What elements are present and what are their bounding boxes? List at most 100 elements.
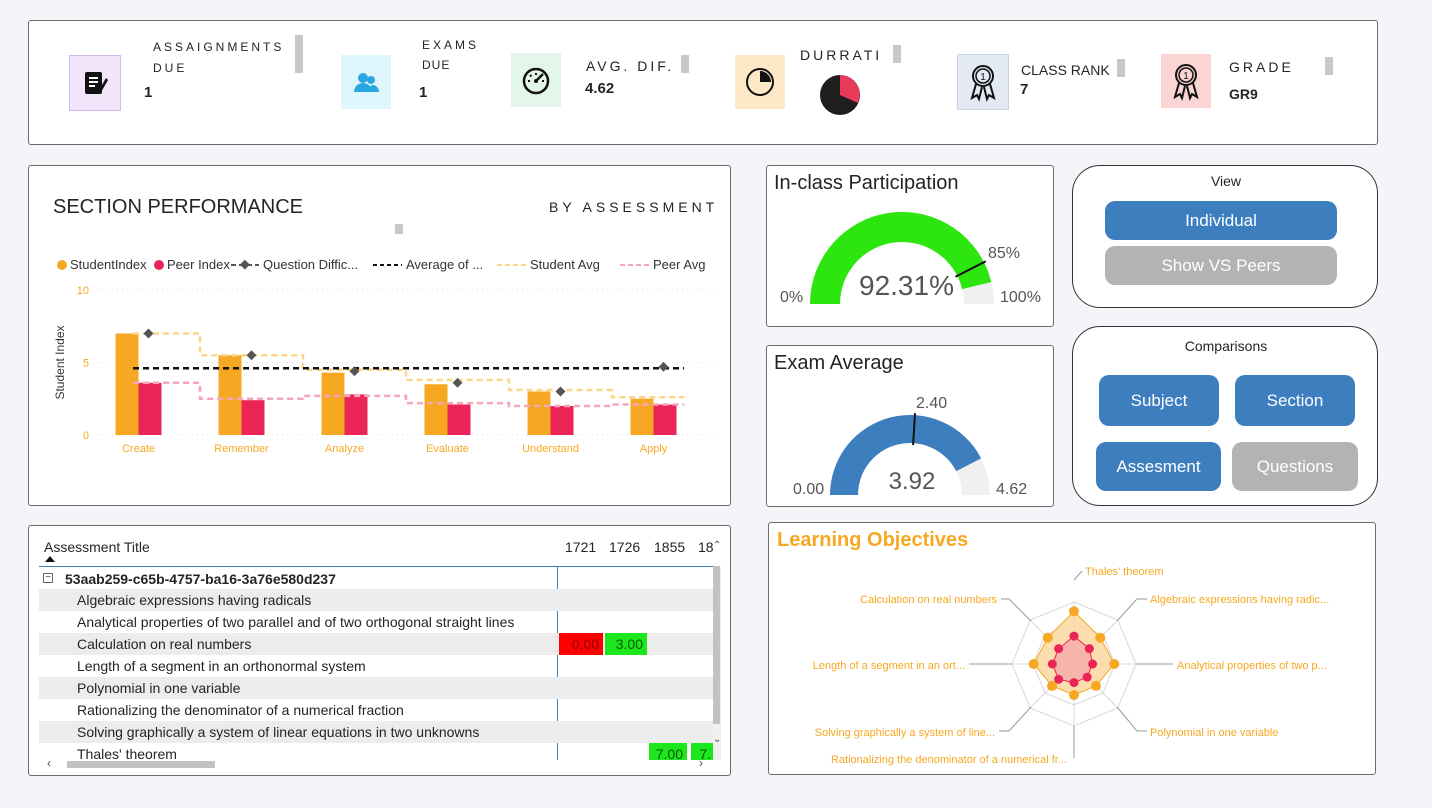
table-row[interactable]: Rationalizing the denominator of a numer… [39,699,715,721]
cell-red: 0.00 [559,633,603,655]
question-difficulty-marker [555,386,566,397]
peer-index-bar [241,400,265,435]
durrati-label: DURRATI [800,47,883,63]
table-row[interactable]: Thales' theorem 7.00 7. [39,743,715,760]
legend-student-marker [57,260,67,270]
student-point [1069,690,1079,700]
assignments-label-due: DUE [153,61,188,75]
table-row[interactable]: Algebraic expressions having radicals [39,589,715,611]
table-col-1726[interactable]: 1726 [609,539,640,555]
users-icon [341,55,391,109]
vertical-scroll-thumb[interactable] [713,566,720,724]
row-title: Algebraic expressions having radicals [77,592,312,608]
radar-label-leader [999,706,1032,732]
peer-index-bar [550,406,574,435]
assesment-button[interactable]: Assesment [1096,442,1221,491]
table-row[interactable]: Polynomial in one variable [39,677,715,699]
question-difficulty-marker [246,350,257,361]
radar-axis-label: Rationalizing the denominator of a numer… [831,754,1067,766]
scroll-down-icon[interactable]: ⌄ [713,734,721,745]
student-index-bar [321,372,345,435]
table-row[interactable]: Analytical properties of two parallel an… [39,611,715,633]
vertical-scrollbar[interactable]: ⌃ ⌄ [713,540,721,760]
radar-axis-label: Length of a segment in an ort... [813,660,965,672]
grade-value: GR9 [1229,86,1258,102]
x-tick-label: Evaluate [426,443,469,455]
peer-avg-line [133,381,685,408]
participation-max: 100% [1000,289,1041,306]
peer-index-bar [447,404,471,435]
scroll-up-icon[interactable]: ⌃ [713,540,721,551]
subject-button[interactable]: Subject [1099,375,1219,426]
table-col-1855[interactable]: 1855 [654,539,685,555]
sort-arrow-icon[interactable] [45,556,55,562]
durrati-pie [820,75,860,115]
collapse-icon[interactable]: − [43,573,53,583]
peer-point [1069,678,1079,688]
class-rank-label: CLASS RANK [1021,62,1110,78]
legend-label: Peer Index [167,257,230,272]
table-row[interactable]: Length of a segment in an orthonormal sy… [39,655,715,677]
student-index-bar [527,391,551,435]
show-vs-peers-button[interactable]: Show VS Peers [1105,246,1337,285]
exam-average-value: 3.92 [888,468,936,495]
participation-card: In-class Participation 92.31% 85% 0% 100… [766,165,1054,327]
table-group-row[interactable]: 53aab259-c65b-4757-ba16-3a76e580d237 [65,571,336,587]
x-tick-label: Remember [214,443,269,455]
exams-label: EXAMS [422,38,480,52]
table-col-1721[interactable]: 1721 [565,539,596,555]
grade-tick [1325,57,1333,75]
radar-axis-label: Algebraic expressions having radic... [1150,594,1329,606]
student-point [1042,632,1053,643]
scroll-right-icon[interactable]: › [699,756,703,770]
table-row[interactable]: Calculation on real numbers 0.00 3.00 [39,633,715,655]
y-tick-label: 0 [83,430,89,442]
radar-axis-label: Polynomial in one variable [1150,727,1278,739]
exams-label-due: DUE [422,58,451,72]
question-difficulty-marker [143,328,154,339]
peer-index-bar [653,404,677,435]
exams-value: 1 [419,84,428,101]
student-point [1028,659,1039,669]
peer-point [1054,674,1064,684]
questions-button[interactable]: Questions [1232,442,1358,491]
peer-point [1088,659,1098,669]
view-card: View Individual Show VS Peers [1072,165,1378,308]
horizontal-scroll-thumb[interactable] [67,761,215,768]
peer-point [1084,644,1094,654]
section-performance-chart: StudentIndex Peer Index Question Diffic...… [53,257,715,455]
svg-text:1: 1 [980,72,986,83]
legend-label: Question Diffic... [263,257,358,272]
student-avg-line [133,332,685,399]
table-row[interactable]: Solving graphically a system of linear e… [39,721,715,743]
peer-point [1069,631,1079,641]
student-point [1069,606,1079,617]
svg-text:1: 1 [1183,71,1189,82]
radar-label-leader [1116,598,1147,622]
section-button[interactable]: Section [1235,375,1355,426]
horizontal-scrollbar[interactable]: ‹ › [39,756,713,770]
grade-ribbon-icon: 1 [1161,54,1211,108]
table-col-18[interactable]: 18 [698,539,714,555]
assignments-tick [295,35,303,73]
exam-average-target: 2.40 [916,395,948,412]
legend-label: StudentIndex [70,257,147,272]
participation-target: 85% [988,245,1021,262]
individual-button[interactable]: Individual [1105,201,1337,240]
assignment-icon [69,55,121,111]
x-tick-label: Analyze [325,443,364,455]
exam-average-max: 4.62 [996,481,1028,498]
avg-dif-tick [681,55,689,73]
peer-point [1047,659,1057,669]
clock-icon [735,55,785,109]
table-header-title[interactable]: Assessment Title [44,539,150,555]
class-rank-tick [1117,59,1125,77]
peer-point [1082,672,1092,682]
scroll-left-icon[interactable]: ‹ [47,756,51,770]
avg-dif-value: 4.62 [585,80,615,97]
radar-axis-label: Calculation on real numbers [860,594,997,606]
durrati-tick [893,45,901,63]
legend-label: Average of ... [406,257,483,272]
comparisons-title: Comparisons [1184,338,1268,354]
row-title: Polynomial in one variable [77,680,241,696]
